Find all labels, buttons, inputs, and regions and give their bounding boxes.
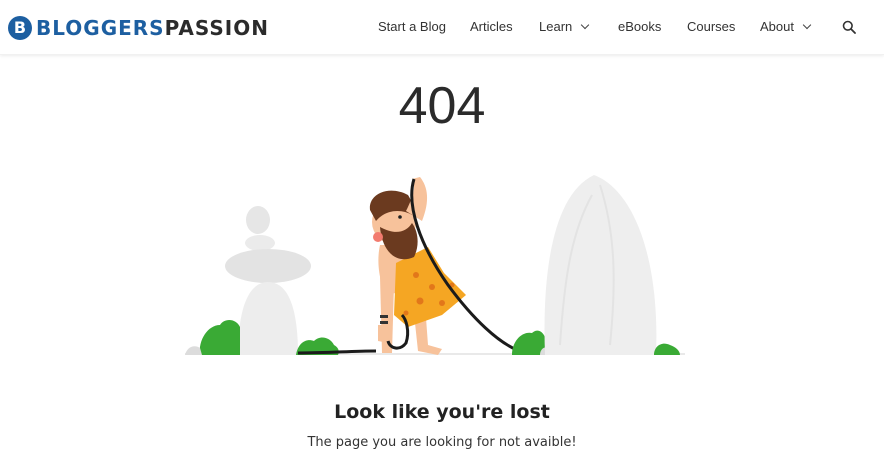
search-icon[interactable] <box>842 20 856 34</box>
chevron-down-icon <box>581 20 590 30</box>
nav-item-label: Learn <box>539 19 573 34</box>
nav-item-label: Courses <box>687 19 736 34</box>
nav-item-start-a-blog[interactable]: Start a Blog <box>378 19 446 35</box>
error-code: 404 <box>398 77 486 135</box>
error-heading: Look like you're lost <box>334 401 550 423</box>
nav-item-label: Start a Blog <box>378 19 446 34</box>
caveman-figure <box>369 177 466 355</box>
nav-item-learn[interactable]: Learn <box>539 19 590 35</box>
site-header: B BLOGGERSPASSION Start a Blog Articles … <box>0 0 884 55</box>
nav-item-ebooks[interactable]: eBooks <box>618 19 661 35</box>
nav-item-label: About <box>760 19 794 34</box>
logo-text-part-1: BLOGGERS <box>36 16 165 40</box>
nav-item-label: eBooks <box>618 19 662 34</box>
bush-left <box>185 319 240 355</box>
logo-text-part-2: PASSION <box>164 16 269 40</box>
nav-item-courses[interactable]: Courses <box>687 19 735 35</box>
bush-far-right <box>654 343 680 355</box>
caveman-illustration <box>185 175 685 355</box>
logo-text: BLOGGERSPASSION <box>36 13 269 43</box>
nav-item-label: Articles <box>470 19 513 34</box>
chevron-down-icon <box>802 20 812 30</box>
page: B BLOGGERSPASSION Start a Blog Articles … <box>0 0 884 462</box>
site-logo[interactable]: B BLOGGERSPASSION <box>8 13 269 43</box>
error-message: The page you are looking for not avaible… <box>307 435 577 450</box>
nav-item-articles[interactable]: Articles <box>470 19 513 35</box>
nav-item-about[interactable]: About <box>760 19 812 35</box>
logo-badge-icon: B <box>8 16 32 40</box>
